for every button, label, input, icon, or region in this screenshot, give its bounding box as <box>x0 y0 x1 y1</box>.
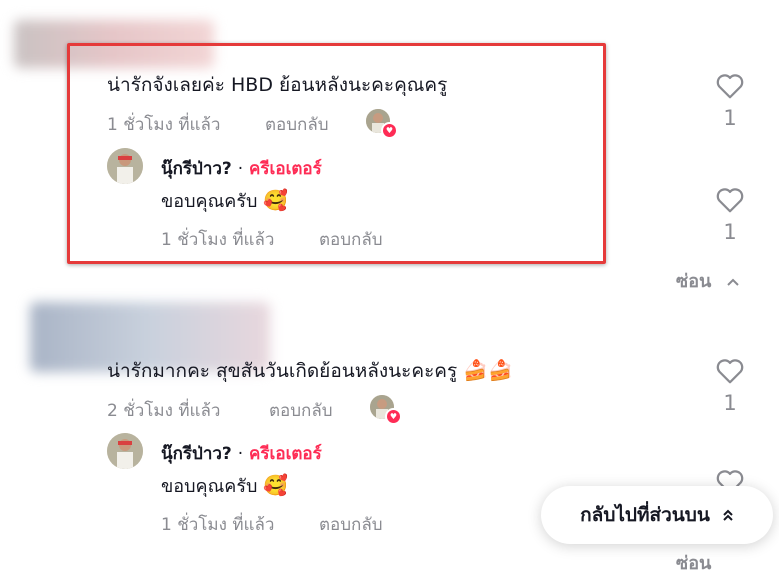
like-heart-icon[interactable] <box>715 186 745 214</box>
like-count: 1 <box>723 106 737 130</box>
double-chevron-up-icon <box>723 509 733 521</box>
smiling-hearts-emoji: 🥰 <box>263 188 289 212</box>
reply-time: 1 ชั่วโมง ที่แล้ว <box>161 515 275 535</box>
reply-author: นุ๊กรีป่าว? · ครีเอเตอร์ <box>161 155 322 182</box>
author-name[interactable]: นุ๊กรีป่าว? <box>161 444 232 464</box>
author-name[interactable]: นุ๊กรีป่าว? <box>161 159 232 179</box>
comment-text: น่ารักมากคะ สุขสันวันเกิดย้อนหลังนะคะครู <box>107 360 458 382</box>
reply-author: นุ๊กรีป่าว? · ครีเอเตอร์ <box>161 440 322 467</box>
chevron-up-icon <box>726 278 739 286</box>
reply-text-line: ขอบคุณครับ 🥰 <box>161 471 288 500</box>
like-count: 1 <box>723 391 737 415</box>
like-heart-icon[interactable] <box>715 357 745 385</box>
comment-text-line: น่ารักมากคะ สุขสันวันเกิดย้อนหลังนะคะครู… <box>107 356 513 386</box>
reply-button[interactable]: ตอบกลับ <box>265 111 329 138</box>
creator-badge: ครีเอเตอร์ <box>249 444 322 464</box>
creator-liked-heart-icon: ♥ <box>381 122 398 139</box>
name-separator: · <box>237 159 244 179</box>
comment-text: น่ารักจังเลยค่ะ HBD ย้อนหลังนะคะคุณครู <box>107 74 448 96</box>
like-count: 1 <box>723 220 737 244</box>
hide-label: ซ่อน <box>676 553 712 574</box>
comment-time: 1 ชั่วโมง ที่แล้ว <box>107 115 221 135</box>
smiling-hearts-emoji: 🥰 <box>263 473 289 497</box>
creator-liked-heart-icon: ♥ <box>385 408 402 425</box>
creator-badge: ครีเอเตอร์ <box>249 159 322 179</box>
creator-avatar <box>107 433 143 469</box>
reply-button[interactable]: ตอบกลับ <box>319 511 383 538</box>
creator-avatar <box>107 148 143 184</box>
hide-replies-button[interactable]: ซ่อน <box>676 548 711 577</box>
reply-time: 1 ชั่วโมง ที่แล้ว <box>161 230 275 250</box>
hide-replies-button[interactable]: ซ่อน <box>676 266 740 295</box>
back-to-top-label: กลับไปที่ส่วนบน <box>580 504 710 526</box>
like-heart-icon[interactable] <box>715 72 745 100</box>
hide-label: ซ่อน <box>676 271 712 292</box>
reply-button[interactable]: ตอบกลับ <box>269 397 333 424</box>
reply-text-line: ขอบคุณครับ 🥰 <box>161 186 288 215</box>
name-separator: · <box>237 444 244 464</box>
back-to-top-button[interactable]: กลับไปที่ส่วนบน <box>541 486 773 544</box>
reply-button[interactable]: ตอบกลับ <box>319 226 383 253</box>
comment-time: 2 ชั่วโมง ที่แล้ว <box>107 401 221 421</box>
reply-text: ขอบคุณครับ <box>161 191 258 212</box>
cake-emoji: 🍰🍰 <box>463 358 514 382</box>
reply-text: ขอบคุณครับ <box>161 476 258 497</box>
